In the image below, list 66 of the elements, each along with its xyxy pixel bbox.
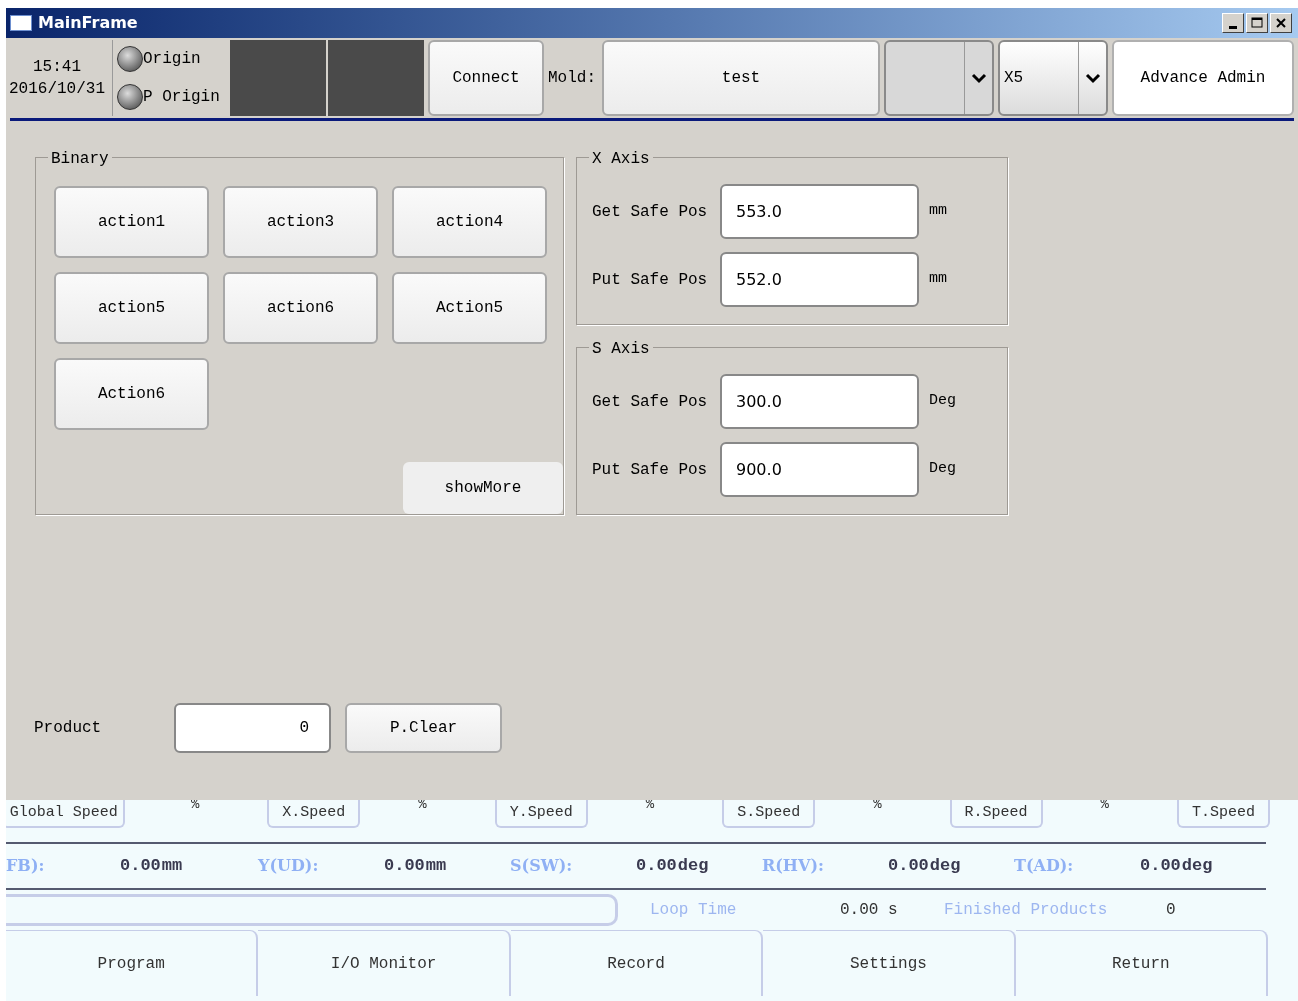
speed-button[interactable]: Global Speed — [6, 800, 126, 828]
input-field[interactable]: 900.0 — [720, 442, 919, 497]
reading-label: Y(UD): — [258, 855, 320, 877]
field-label: Put Safe Pos — [592, 459, 709, 481]
clock-time: 15:41 — [33, 57, 81, 78]
action-button[interactable]: Action6 — [54, 358, 209, 430]
show-more-button[interactable]: showMore — [403, 462, 563, 514]
speed-button[interactable]: S.Speed — [722, 800, 816, 828]
unit-label: mm — [929, 269, 947, 290]
clock-date: 2016/10/31 — [9, 79, 105, 100]
nav-button[interactable]: Settings — [763, 930, 1016, 996]
input-field[interactable]: 300.0 — [720, 374, 919, 429]
field-label: Put Safe Pos — [592, 269, 709, 291]
product-field[interactable]: 0 — [174, 703, 331, 753]
product-label: Product — [34, 718, 103, 739]
reading-value: 0.00 mm — [120, 855, 183, 878]
nav-button[interactable]: Program — [6, 930, 259, 996]
reading-value: 0.00 deg — [888, 855, 961, 878]
finished-products-value: 0 — [1166, 900, 1176, 921]
action-button[interactable]: action5 — [54, 272, 209, 344]
unit-label: Deg — [929, 459, 956, 480]
unit-label: Deg — [929, 391, 956, 412]
speed-button[interactable]: Y.Speed — [494, 800, 588, 828]
nav-button[interactable]: Record — [510, 930, 764, 996]
close-button[interactable] — [1270, 13, 1292, 33]
minimize-icon — [1229, 25, 1237, 29]
reading-label: R(HV): — [762, 855, 825, 877]
action-button[interactable]: Action5 — [392, 272, 547, 344]
unit-label: mm — [929, 201, 947, 222]
reading-label: T(AD): — [1014, 855, 1075, 877]
minimize-button[interactable] — [1222, 13, 1244, 33]
mold-button[interactable]: test — [602, 40, 880, 116]
field-label: Get Safe Pos — [592, 391, 709, 413]
speed-button[interactable]: R.Speed — [949, 800, 1043, 828]
connect-button[interactable]: Connect — [428, 40, 544, 116]
user-button[interactable]: Advance Admin — [1112, 40, 1294, 116]
reading-value: 0.00 mm — [384, 855, 447, 878]
clear-button[interactable]: P.Clear — [345, 703, 502, 753]
window-title: MainFrame — [38, 12, 138, 34]
loop-time-label: Loop Time — [650, 900, 738, 921]
input-field[interactable]: 553.0 — [720, 184, 919, 239]
reading-value: 0.00 deg — [636, 855, 709, 878]
reading-label: FB): — [6, 855, 46, 877]
mold-label: Mold: — [548, 68, 597, 89]
indicator-label: Origin — [143, 49, 201, 70]
reading-label: S(SW): — [510, 855, 574, 877]
loop-time-value: 0.00 s — [840, 900, 899, 921]
speed-button[interactable]: X.Speed — [267, 800, 361, 828]
nav-button[interactable]: I/O Monitor — [258, 930, 511, 996]
maximize-button[interactable] — [1246, 13, 1268, 33]
dropdown-field[interactable] — [884, 40, 994, 116]
action-button[interactable]: action4 — [392, 186, 547, 258]
action-button[interactable]: action3 — [223, 186, 378, 258]
nav-button[interactable]: Return — [1015, 930, 1269, 996]
window-icon — [10, 15, 32, 31]
indicator-label: P Origin — [143, 87, 220, 108]
finished-products-label: Finished Products — [944, 900, 1109, 921]
speed-dropdown[interactable]: X5 — [998, 40, 1108, 116]
action-button[interactable]: action1 — [54, 186, 209, 258]
input-field[interactable]: 552.0 — [720, 252, 919, 307]
speed-button[interactable]: T.Speed — [1177, 800, 1270, 828]
action-button[interactable]: action6 — [223, 272, 378, 344]
maximize-icon — [1250, 17, 1264, 29]
field-label: Get Safe Pos — [592, 201, 709, 223]
close-icon — [1274, 17, 1288, 29]
reading-value: 0.00 deg — [1140, 855, 1213, 878]
